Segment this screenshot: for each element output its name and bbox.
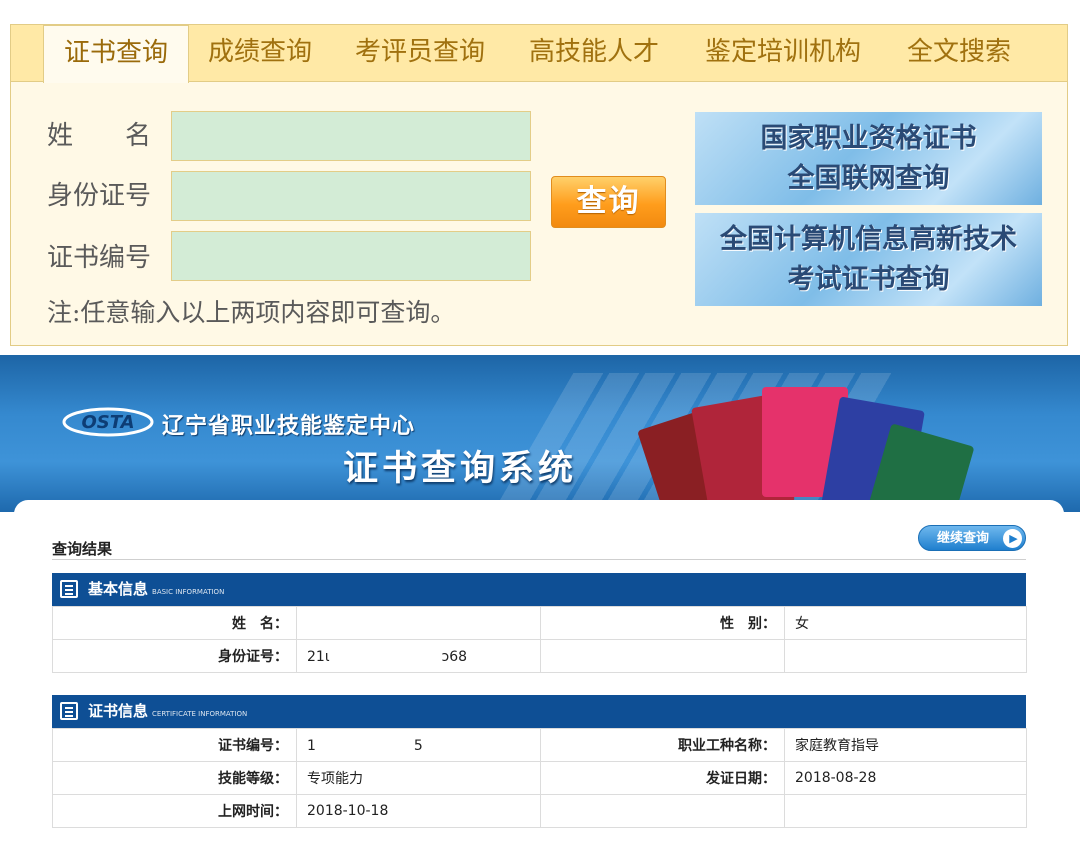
online-time-result-value: 2018-10-18 — [296, 794, 541, 828]
name-result-label: 姓 名： — [52, 606, 297, 640]
continue-query-label: 继续查询 — [937, 531, 990, 546]
id-number-input[interactable] — [171, 171, 531, 221]
document-list-icon — [60, 580, 78, 598]
name-result-value — [296, 606, 541, 640]
system-title: 证书查询系统 — [343, 448, 578, 489]
query-button[interactable]: 查询 — [551, 176, 666, 228]
tab-examiner-query[interactable]: 考评员查询 — [355, 25, 485, 82]
occupation-result-value: 家庭教育指导 — [784, 728, 1027, 762]
continue-query-button[interactable]: 继续查询 ▶ — [918, 525, 1026, 551]
tab-score-query[interactable]: 成绩查询 — [208, 25, 312, 82]
search-note: 注:任意输入以上两项内容即可查询。 — [47, 298, 456, 327]
name-label: 姓 名 — [47, 121, 152, 151]
certificate-search-panel: 证书查询 成绩查询 考评员查询 高技能人才 鉴定培训机构 全文搜索 姓 名 身份… — [10, 24, 1068, 346]
basic-info-table: 姓 名： 性 别： 女 身份证号： 21ι ɔ68 — [52, 606, 1027, 673]
online-time-result-label: 上网时间： — [52, 794, 297, 828]
id-result-label: 身份证号： — [52, 639, 297, 673]
national-promo-line1: 国家职业资格证书 — [760, 123, 977, 154]
skill-level-result-value: 专项能力 — [296, 761, 541, 795]
table-row: 技能等级： 专项能力 发证日期： 2018-08-28 — [52, 761, 1027, 795]
certificate-info-heading: 证书信息 — [88, 702, 149, 720]
table-row: 证书编号： 1 5 职业工种名称： 家庭教育指导 — [52, 728, 1027, 762]
certificate-icon — [60, 702, 78, 720]
national-certificate-query-link[interactable]: 国家职业资格证书 全国联网查询 — [695, 112, 1042, 205]
empty-cell — [540, 639, 785, 673]
empty-cell — [540, 794, 785, 828]
certificate-number-result-value: 1 5 — [296, 728, 541, 762]
empty-cell — [784, 794, 1027, 828]
basic-info-heading-en: BASIC INFORMATION — [152, 588, 225, 596]
tab-bar: 证书查询 成绩查询 考评员查询 高技能人才 鉴定培训机构 全文搜索 — [11, 25, 1067, 83]
table-row: 上网时间： 2018-10-18 — [52, 794, 1027, 828]
occupation-result-label: 职业工种名称： — [540, 728, 785, 762]
tab-full-text-search[interactable]: 全文搜索 — [907, 25, 1011, 82]
certificate-info-heading-en: CERTIFICATE INFORMATION — [152, 710, 248, 718]
issue-date-result-label: 发证日期： — [540, 761, 785, 795]
osta-logo: OSTA — [62, 407, 154, 437]
basic-info-heading: 基本信息 — [88, 580, 149, 598]
gender-result-value: 女 — [784, 606, 1027, 640]
id-number-label: 身份证号 — [47, 181, 152, 211]
id-result-value: 21ι ɔ68 — [296, 639, 541, 673]
tab-training-institution[interactable]: 鉴定培训机构 — [705, 25, 861, 82]
gender-result-label: 性 别： — [540, 606, 785, 640]
basic-info-header: 基本信息 BASIC INFORMATION — [52, 573, 1026, 606]
certificate-info-table: 证书编号： 1 5 职业工种名称： 家庭教育指导 技能等级： 专项能力 发证日期… — [52, 728, 1027, 828]
certificate-info-header: 证书信息 CERTIFICATE INFORMATION — [52, 695, 1026, 728]
certificate-number-label: 证书编号 — [47, 243, 152, 273]
results-title: 查询结果 — [52, 540, 113, 558]
certificate-number-input[interactable] — [171, 231, 531, 281]
computer-promo-line1: 全国计算机信息高新技术 — [720, 224, 1017, 255]
issue-date-result-value: 2018-08-28 — [784, 761, 1027, 795]
tab-certificate-query[interactable]: 证书查询 — [43, 25, 189, 83]
computer-certificate-query-link[interactable]: 全国计算机信息高新技术 考试证书查询 — [695, 213, 1042, 306]
skill-level-result-label: 技能等级： — [52, 761, 297, 795]
empty-cell — [784, 639, 1027, 673]
svg-text:OSTA: OSTA — [81, 412, 134, 433]
chevron-right-circle-icon: ▶ — [1003, 529, 1022, 548]
table-row: 身份证号： 21ι ɔ68 — [52, 639, 1027, 673]
results-divider — [52, 559, 1026, 560]
organization-name: 辽宁省职业技能鉴定中心 — [162, 414, 416, 439]
table-row: 姓 名： 性 别： 女 — [52, 606, 1027, 640]
computer-promo-line2: 考试证书查询 — [787, 264, 950, 295]
tab-high-skill-talent[interactable]: 高技能人才 — [529, 25, 659, 82]
national-promo-line2: 全国联网查询 — [787, 163, 950, 194]
name-input[interactable] — [171, 111, 531, 161]
certificate-number-result-label: 证书编号： — [52, 728, 297, 762]
